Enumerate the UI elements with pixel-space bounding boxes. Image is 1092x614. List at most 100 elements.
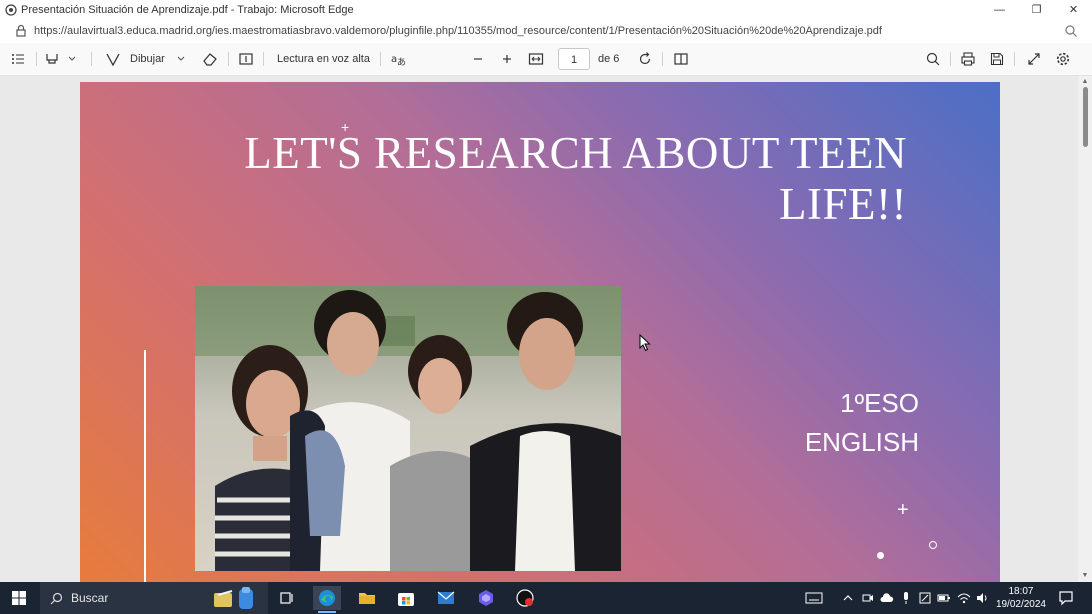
erase-button[interactable] xyxy=(202,51,218,67)
keyboard-layout-button[interactable] xyxy=(800,586,828,610)
folder-icon xyxy=(359,593,375,604)
print-button[interactable] xyxy=(960,51,976,67)
page-total: de 6 xyxy=(598,51,619,67)
highlight-button[interactable] xyxy=(44,51,60,67)
taskbar-app-purple[interactable] xyxy=(472,586,500,610)
clock-time: 18:07 xyxy=(1008,586,1034,597)
sparkle-decoration: + xyxy=(341,119,350,135)
toolbar-divider xyxy=(36,52,37,66)
scrollbar-thumb[interactable] xyxy=(1083,87,1088,147)
add-text-button[interactable] xyxy=(238,51,254,67)
minimize-button[interactable]: — xyxy=(981,0,1018,19)
teens-photo xyxy=(195,286,621,571)
pdf-viewer[interactable]: LET'S RESEARCH ABOUT TEEN LIFE!! + 1ºESO… xyxy=(0,76,1092,582)
scroll-down-arrow-icon[interactable]: ▼ xyxy=(1081,572,1089,580)
toolbar-divider xyxy=(662,52,663,66)
close-button[interactable]: ✕ xyxy=(1055,0,1092,19)
highlighter-icon xyxy=(46,54,58,64)
show-hidden-icons-button[interactable] xyxy=(838,586,858,610)
highlight-options-button[interactable] xyxy=(67,51,77,67)
microphone-tray[interactable] xyxy=(896,586,916,610)
eraser-icon xyxy=(203,53,217,66)
url-text[interactable]: https://aulavirtual3.educa.madrid.org/ie… xyxy=(34,25,1064,37)
toolbar-divider xyxy=(263,52,264,66)
toolbar-divider xyxy=(950,52,951,66)
system-clock[interactable]: 18:07 19/02/2024 xyxy=(996,585,1046,611)
minus-icon xyxy=(474,58,482,60)
toolbar-divider xyxy=(228,52,229,66)
taskbar-app-red[interactable] xyxy=(511,586,539,610)
camera-icon xyxy=(862,594,873,602)
page-number-input[interactable]: 1 xyxy=(558,48,590,70)
ring-decoration xyxy=(929,541,937,549)
page-view-button[interactable] xyxy=(673,51,689,67)
battery-tray[interactable] xyxy=(934,586,954,610)
course-subject: ENGLISH xyxy=(804,427,919,457)
taskbar-edge[interactable] xyxy=(313,586,341,610)
save-button[interactable] xyxy=(989,51,1005,67)
onedrive-tray[interactable] xyxy=(877,586,897,610)
read-aloud-button[interactable]: Lectura en voz alta xyxy=(277,51,370,67)
edge-browser-icon xyxy=(319,590,335,606)
windows-logo-icon xyxy=(12,591,26,605)
chevron-down-icon xyxy=(177,56,185,61)
fullscreen-button[interactable] xyxy=(1026,51,1042,67)
table-of-contents-button[interactable] xyxy=(10,51,26,67)
list-icon xyxy=(12,54,24,64)
window-title-bar: Presentación Situación de Aprendizaje.pd… xyxy=(0,0,1092,19)
taskbar-search[interactable]: Buscar xyxy=(40,582,268,614)
dot-decoration xyxy=(877,552,884,559)
settings-button[interactable] xyxy=(1055,51,1071,67)
wifi-tray[interactable] xyxy=(954,586,974,610)
draw-options-button[interactable] xyxy=(176,51,186,67)
fit-to-width-button[interactable] xyxy=(528,51,544,67)
plus-icon xyxy=(503,55,511,63)
draw-button[interactable]: Dibujar xyxy=(105,51,165,67)
taskbar-mail[interactable] xyxy=(432,586,460,610)
fit-width-icon xyxy=(528,53,544,65)
windows-taskbar: Buscar 18:07 19/02/2024 xyxy=(0,582,1092,614)
security-tray[interactable] xyxy=(915,586,935,610)
vertical-scrollbar[interactable]: ▲ ▼ xyxy=(1078,76,1092,582)
volume-tray[interactable] xyxy=(973,586,993,610)
scroll-up-arrow-icon[interactable]: ▲ xyxy=(1081,78,1089,86)
lock-icon[interactable] xyxy=(14,24,28,38)
decorative-line xyxy=(144,350,146,582)
taskbar-file-explorer[interactable] xyxy=(353,586,381,610)
screen-recorder-icon xyxy=(516,589,534,607)
svg-text:あ: あ xyxy=(397,57,406,67)
network-alert-icon xyxy=(919,592,931,604)
meet-now-tray[interactable] xyxy=(858,586,878,610)
microphone-icon xyxy=(904,592,908,604)
slide-title: LET'S RESEARCH ABOUT TEEN LIFE!! xyxy=(207,128,907,230)
zoom-in-button[interactable] xyxy=(499,51,515,67)
pdf-page-slide: LET'S RESEARCH ABOUT TEEN LIFE!! + 1ºESO… xyxy=(80,82,1000,582)
zoom-out-button[interactable] xyxy=(470,51,486,67)
start-button[interactable] xyxy=(5,586,33,610)
printer-icon xyxy=(961,52,975,66)
draw-label: Dibujar xyxy=(130,53,165,65)
course-level: 1ºESO xyxy=(840,388,919,418)
task-view-icon xyxy=(280,592,293,604)
taskbar-store[interactable] xyxy=(392,586,420,610)
window-title: Presentación Situación de Aprendizaje.pd… xyxy=(21,3,354,16)
translate-button[interactable]: a あ xyxy=(390,51,406,67)
cloud-icon xyxy=(880,593,894,602)
speaker-icon xyxy=(977,593,987,603)
text-box-icon xyxy=(239,53,253,65)
notifications-button[interactable] xyxy=(1052,586,1080,610)
task-view-button[interactable] xyxy=(273,586,301,610)
plus-decoration: + xyxy=(897,499,909,521)
rotate-button[interactable] xyxy=(637,51,653,67)
active-app-indicator xyxy=(318,611,336,613)
gear-icon xyxy=(1056,52,1070,66)
read-aloud-label: Lectura en voz alta xyxy=(277,53,370,65)
address-bar[interactable]: https://aulavirtual3.educa.madrid.org/ie… xyxy=(0,19,1092,43)
zoom-icon[interactable] xyxy=(1064,24,1078,38)
page-total-label: de 6 xyxy=(598,53,620,65)
expand-icon xyxy=(1028,53,1040,65)
restore-button[interactable]: ❐ xyxy=(1018,0,1055,19)
find-button[interactable] xyxy=(925,51,941,67)
slide-title-line-2: LIFE!! xyxy=(779,179,907,229)
clock-date: 19/02/2024 xyxy=(995,599,1046,610)
